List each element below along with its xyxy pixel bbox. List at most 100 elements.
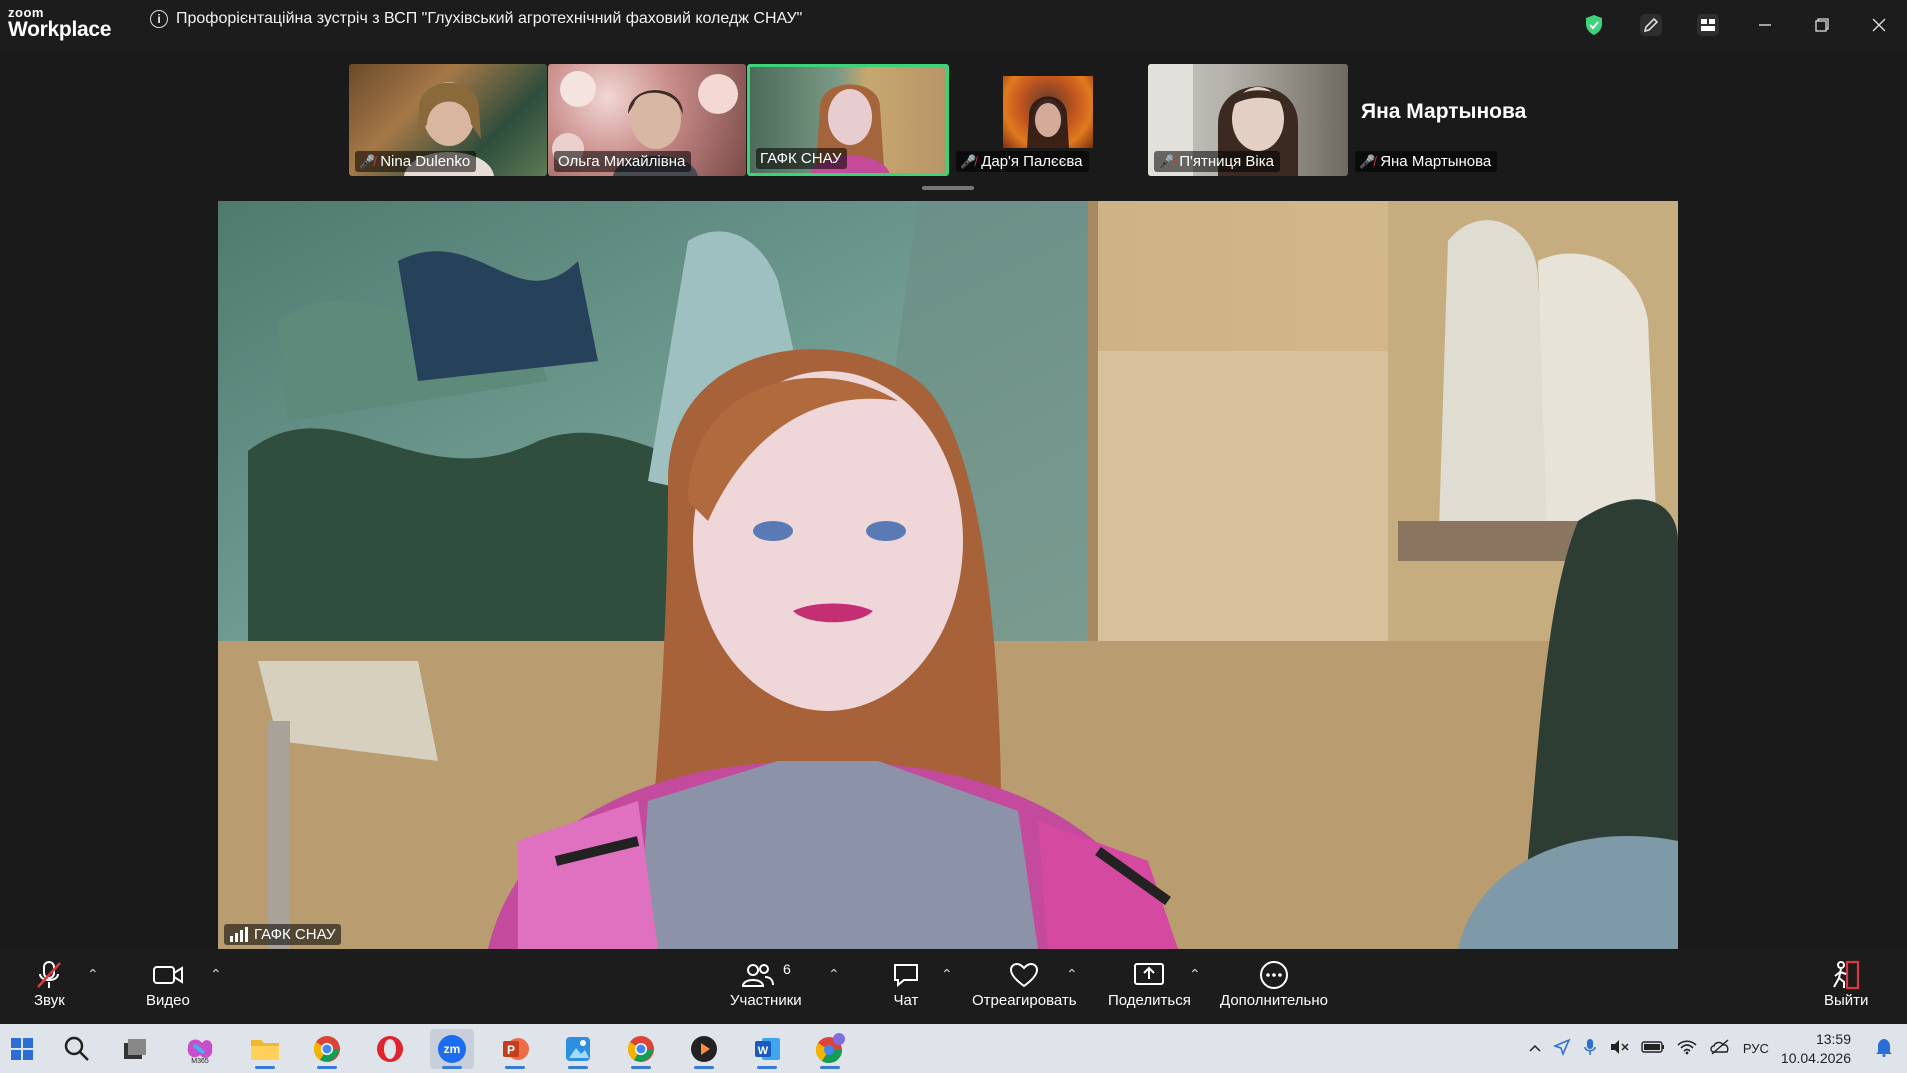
search-icon[interactable] [55, 1029, 99, 1069]
view-grid-icon[interactable] [1679, 5, 1736, 45]
m365-text: M365 [191, 1058, 209, 1065]
participant-thumbnail[interactable]: Яна Мартынова 🎤̸ Яна Мартынова [1349, 64, 1547, 176]
svg-text:P: P [507, 1043, 515, 1057]
audio-options-caret[interactable]: ⌃ [87, 966, 99, 983]
annotate-pencil-icon[interactable] [1622, 5, 1679, 45]
react-button[interactable]: Отреагировать [972, 958, 1077, 1009]
notification-bell-icon[interactable] [1875, 1037, 1893, 1060]
participant-thumbnail-active[interactable]: ГАФК СНАУ [747, 64, 949, 176]
participant-name: Яна Мартынова [1380, 153, 1492, 170]
participant-thumbnail[interactable]: Ольга Михайлівна [548, 64, 746, 176]
share-button[interactable]: Поделиться [1108, 958, 1191, 1009]
share-screen-icon [1133, 958, 1165, 992]
opera-icon[interactable] [368, 1029, 412, 1069]
main-video-label: ГАФК СНАУ [224, 924, 342, 945]
video-options-caret[interactable]: ⌃ [210, 966, 222, 983]
participants-options-caret[interactable]: ⌃ [828, 966, 840, 983]
main-speaker-video[interactable]: ГАФК СНАУ [218, 201, 1678, 949]
volume-muted-icon[interactable] [1609, 1039, 1629, 1058]
participant-thumbnail[interactable]: 🎤̸ П'ятниця Віка [1148, 64, 1348, 176]
react-options-caret[interactable]: ⌃ [1066, 966, 1078, 983]
chat-label: Чат [893, 992, 919, 1009]
chat-options-caret[interactable]: ⌃ [941, 966, 953, 983]
start-windows-icon[interactable] [0, 1029, 44, 1069]
thumbnail-label: ГАФК СНАУ [756, 148, 848, 169]
meeting-toolbar: Звук ⌃ Видео ⌃ 6 Участники ⌃ Чат ⌃ Отреа… [0, 950, 1907, 1024]
share-options-caret[interactable]: ⌃ [1189, 966, 1201, 983]
participant-name: Nina Dulenko [380, 153, 471, 170]
close-icon[interactable] [1850, 5, 1907, 45]
photos-icon[interactable] [556, 1029, 600, 1069]
more-label: Дополнительно [1220, 992, 1328, 1009]
windows-taskbar: M365 zm P W РУС 13:59 10.04.2026 [0, 1024, 1907, 1073]
chrome-icon[interactable] [305, 1029, 349, 1069]
meeting-info[interactable]: i Профорієнтаційна зустріч з ВСП "Глухів… [150, 10, 802, 28]
clock[interactable]: 13:59 10.04.2026 [1775, 1030, 1857, 1068]
meeting-title: Профорієнтаційна зустріч з ВСП "Глухівсь… [176, 10, 803, 27]
video-button[interactable]: Видео [146, 958, 190, 1009]
file-explorer-icon[interactable] [243, 1029, 287, 1069]
battery-icon[interactable] [1641, 1041, 1665, 1056]
participants-label: Участники [730, 992, 802, 1009]
word-icon[interactable]: W [745, 1029, 789, 1069]
thumbnail-label: 🎤̸ Дар'я Палєєва [956, 151, 1089, 172]
video-label: Видео [146, 992, 190, 1009]
restore-icon[interactable] [1793, 5, 1850, 45]
thumbnail-label: 🎤̸ Nina Dulenko [355, 151, 477, 172]
media-player-icon[interactable] [682, 1029, 726, 1069]
title-bar: zoom Workplace i Профорієнтаційна зустрі… [0, 0, 1907, 50]
zoom-app-icon[interactable]: zm [430, 1029, 474, 1069]
mic-muted-icon: 🎤̸ [960, 153, 977, 169]
task-view-icon[interactable] [113, 1029, 157, 1069]
more-dots-icon [1259, 958, 1289, 992]
clock-time: 13:59 [1815, 1030, 1851, 1047]
cloud-offline-icon[interactable] [1709, 1039, 1731, 1058]
m365-copilot-icon[interactable]: M365 [178, 1029, 222, 1069]
participant-name: Дар'я Палєєва [981, 153, 1083, 170]
svg-text:zm: zm [444, 1042, 461, 1056]
language-indicator[interactable]: РУС [1743, 1041, 1769, 1056]
audio-button[interactable]: Звук [34, 958, 65, 1009]
chrome-profile-icon[interactable] [808, 1029, 852, 1069]
participant-thumbnail[interactable]: 🎤̸ Дар'я Палєєва [950, 64, 1148, 176]
participant-video-image [1003, 76, 1093, 148]
location-arrow-icon[interactable] [1552, 1038, 1571, 1059]
leave-label: Выйти [1824, 992, 1869, 1009]
security-shield-icon[interactable] [1565, 5, 1622, 45]
system-tray: РУС 13:59 10.04.2026 [1523, 1024, 1907, 1073]
chat-button[interactable]: Чат [892, 958, 920, 1009]
wifi-icon[interactable] [1677, 1039, 1697, 1058]
participant-name: Ольга Михайлівна [558, 153, 686, 170]
logo-workplace-text: Workplace [8, 18, 112, 41]
svg-text:W: W [758, 1045, 769, 1057]
mic-muted-icon: 🎤̸ [1359, 153, 1376, 169]
info-icon[interactable]: i [150, 10, 168, 28]
participants-count: 6 [782, 961, 791, 977]
participants-button[interactable]: 6 Участники [730, 958, 802, 1009]
chat-bubble-icon [892, 958, 920, 992]
mic-muted-icon [35, 958, 63, 992]
more-button[interactable]: Дополнительно [1220, 958, 1328, 1009]
powerpoint-icon[interactable]: P [493, 1029, 537, 1069]
speaker-name: ГАФК СНАУ [254, 926, 336, 943]
participant-display-name: Яна Мартынова [1361, 100, 1527, 123]
microphone-icon[interactable] [1583, 1038, 1597, 1059]
react-label: Отреагировать [972, 992, 1077, 1009]
zoom-logo: zoom Workplace [8, 6, 111, 40]
participant-name: П'ятниця Віка [1179, 153, 1274, 170]
chrome-icon[interactable] [619, 1029, 663, 1069]
connection-signal-icon [230, 927, 248, 942]
thumbnail-label: Ольга Михайлівна [554, 151, 692, 172]
leave-button[interactable]: Выйти [1824, 958, 1868, 1009]
chevron-up-icon[interactable] [1529, 1041, 1541, 1056]
window-controls [1565, 0, 1907, 50]
heart-icon [1009, 958, 1039, 992]
audio-label: Звук [34, 992, 65, 1009]
clock-date: 10.04.2026 [1780, 1049, 1851, 1066]
meeting-stage: 🎤̸ Nina Dulenko Ольга Михайлівна ГАФК СНА… [0, 50, 1907, 950]
minimize-icon[interactable] [1736, 5, 1793, 45]
thumbnail-label: 🎤̸ Яна Мартынова [1355, 151, 1498, 172]
video-camera-icon [152, 958, 184, 992]
thumbnail-scroll-indicator[interactable] [922, 186, 974, 190]
participant-thumbnail[interactable]: 🎤̸ Nina Dulenko [349, 64, 547, 176]
